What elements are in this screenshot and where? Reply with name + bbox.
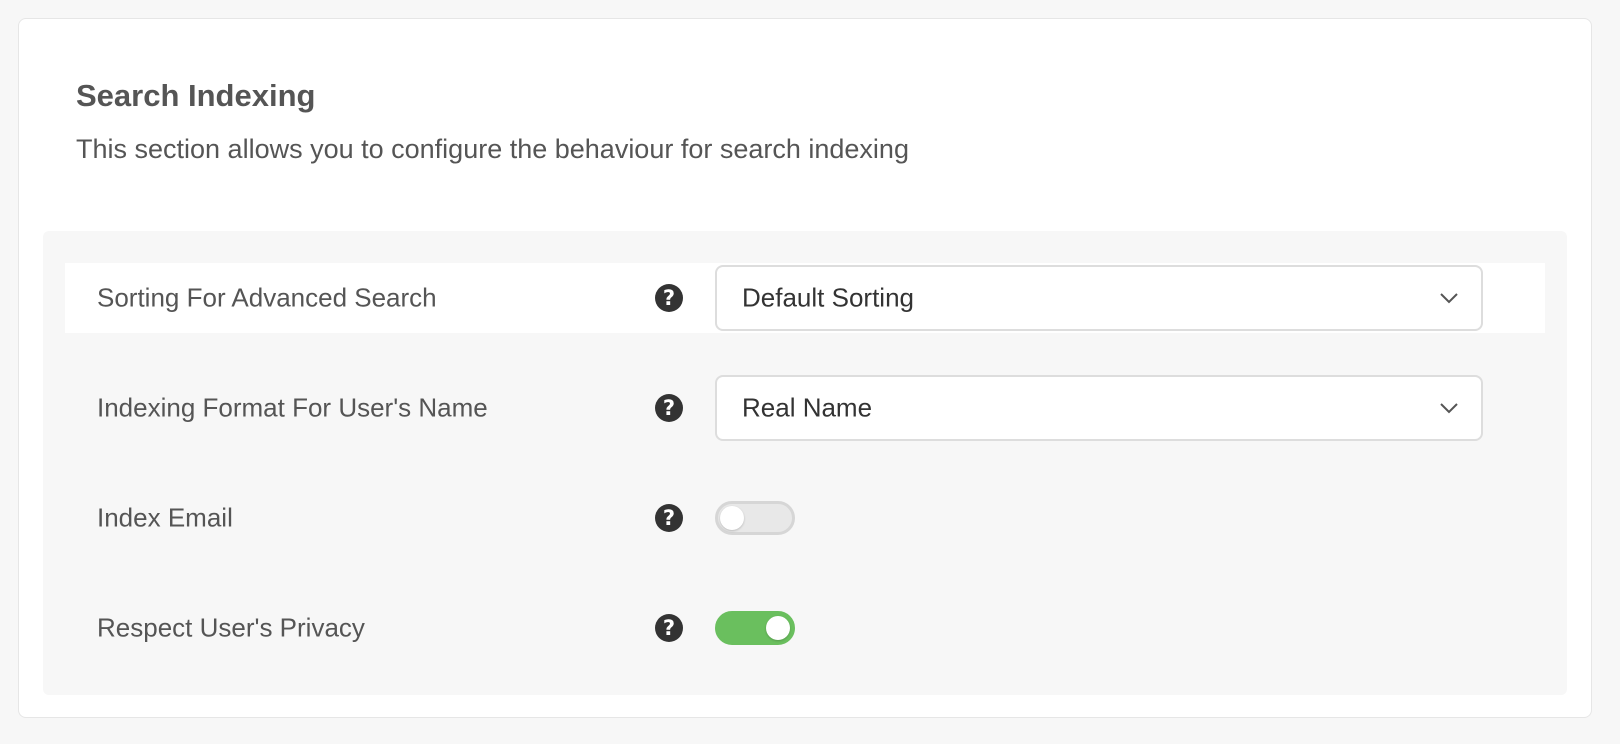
toggle-knob [720, 506, 744, 530]
sorting-select[interactable]: Default Sorting [715, 265, 1483, 331]
setting-row-respect-privacy: Respect User's Privacy ? [65, 593, 1545, 663]
respect-privacy-toggle[interactable] [715, 611, 795, 645]
setting-label-respect-privacy: Respect User's Privacy [97, 612, 365, 643]
sorting-select-value: Default Sorting [742, 282, 914, 313]
question-circle-icon[interactable]: ? [655, 284, 683, 312]
chevron-down-icon [1440, 293, 1458, 304]
setting-row-index-email: Index Email ? [65, 483, 1545, 553]
setting-label-index-email: Index Email [97, 502, 233, 533]
setting-row-sorting: Sorting For Advanced Search ? Default So… [65, 263, 1545, 333]
setting-label-name-format: Indexing Format For User's Name [97, 392, 488, 423]
question-circle-icon[interactable]: ? [655, 394, 683, 422]
settings-card: Search Indexing This section allows you … [18, 18, 1592, 718]
name-format-select[interactable]: Real Name [715, 375, 1483, 441]
section-description: This section allows you to configure the… [76, 134, 909, 164]
setting-row-name-format: Indexing Format For User's Name ? Real N… [65, 373, 1545, 443]
name-format-select-value: Real Name [742, 392, 873, 423]
question-circle-icon[interactable]: ? [655, 504, 683, 532]
settings-panel: Sorting For Advanced Search ? Default So… [43, 231, 1567, 695]
section-header: Search Indexing This section allows you … [76, 77, 909, 166]
section-title: Search Indexing [76, 78, 316, 113]
chevron-down-icon [1440, 403, 1458, 414]
index-email-toggle[interactable] [715, 501, 795, 535]
setting-label-sorting: Sorting For Advanced Search [97, 282, 437, 313]
toggle-knob [766, 616, 790, 640]
question-circle-icon[interactable]: ? [655, 614, 683, 642]
